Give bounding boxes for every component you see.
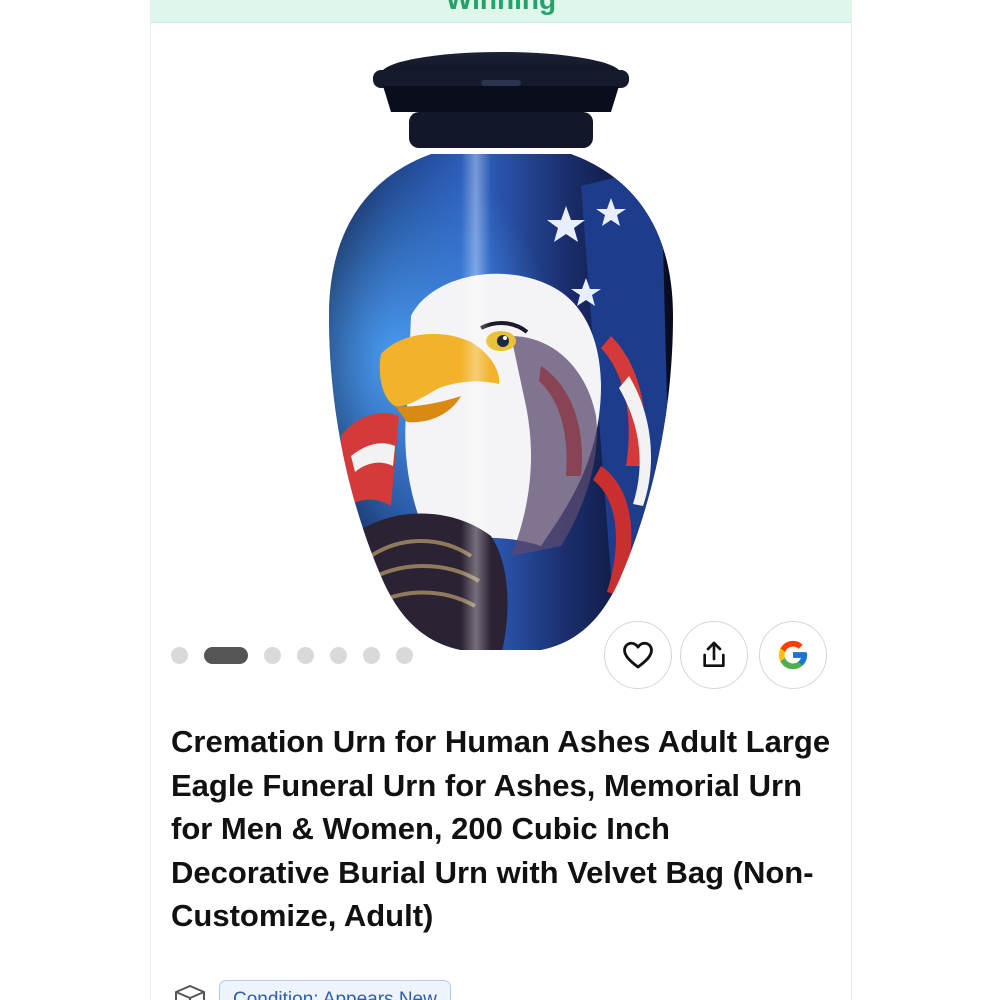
carousel-dot[interactable]	[264, 646, 281, 664]
page: Winning	[0, 0, 1000, 1000]
status-text: Winning	[151, 0, 851, 14]
heart-icon	[623, 641, 653, 669]
favorite-button[interactable]	[604, 621, 672, 689]
status-banner: Winning	[151, 0, 851, 23]
carousel-dot[interactable]	[171, 646, 188, 664]
carousel-dot[interactable]	[363, 646, 380, 664]
google-search-button[interactable]	[759, 621, 827, 689]
condition-badge: Condition: Appears New	[219, 980, 451, 1000]
product-title: Cremation Urn for Human Ashes Adult Larg…	[171, 724, 831, 933]
carousel-dot[interactable]	[297, 646, 314, 664]
carousel-dots	[171, 646, 429, 664]
carousel-dot[interactable]	[330, 646, 347, 664]
product-image[interactable]	[311, 36, 691, 656]
carousel-dot-active[interactable]	[204, 646, 248, 664]
share-button[interactable]	[680, 621, 748, 689]
condition-row: Condition: Appears New	[173, 980, 451, 1000]
google-icon	[778, 640, 808, 670]
carousel-dot[interactable]	[396, 646, 413, 664]
product-card: Winning	[150, 0, 852, 1000]
package-icon	[175, 985, 205, 1000]
share-icon	[703, 641, 725, 667]
